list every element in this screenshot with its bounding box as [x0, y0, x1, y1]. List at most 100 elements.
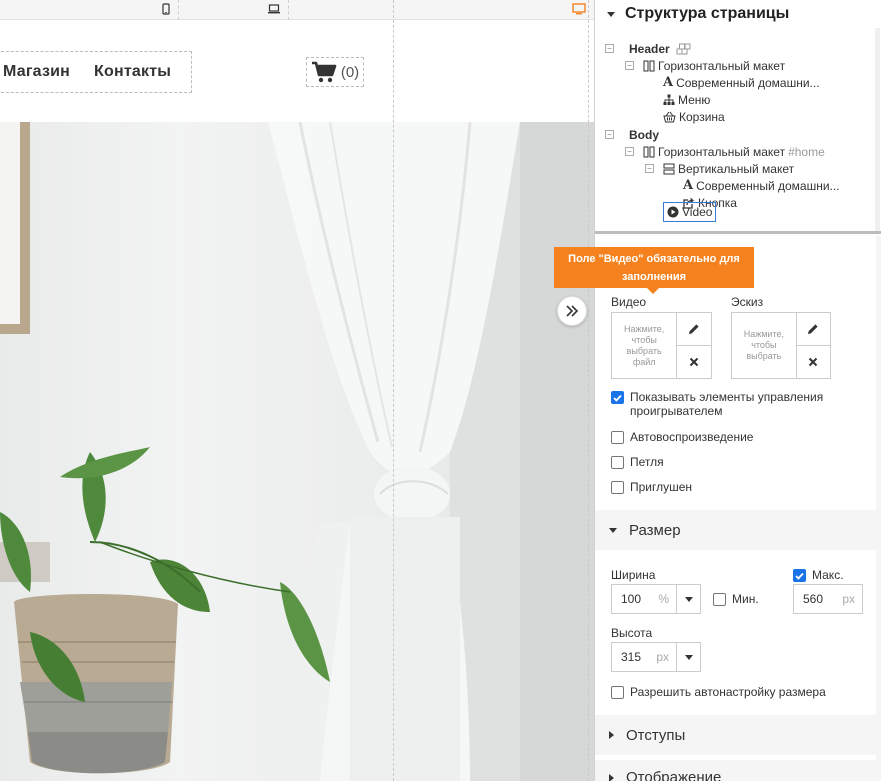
tree-node-video-selected[interactable]: Video	[663, 202, 717, 222]
height-input-group[interactable]: 315 px	[611, 642, 701, 672]
page-structure-header[interactable]: Структура страницы	[595, 0, 881, 28]
show-controls-option[interactable]: Показывать элементы управления проигрыва…	[611, 390, 861, 418]
vertical-layout-icon	[663, 163, 675, 174]
max-width-unit: px	[842, 592, 855, 606]
dropdown-arrow-icon	[684, 596, 693, 602]
close-icon	[689, 357, 699, 367]
max-width-input-group[interactable]: 560 px	[793, 584, 863, 614]
device-separator	[288, 0, 289, 20]
collapse-panel-button[interactable]	[557, 296, 587, 326]
tree-node-body-text[interactable]: A Современный домашни...	[683, 177, 840, 194]
tree-collapse-icon[interactable]: −	[605, 130, 614, 139]
nav-link-shop[interactable]: Магазин	[3, 63, 70, 81]
panel-scrollbar[interactable]	[876, 236, 881, 781]
loop-checkbox[interactable]	[611, 456, 624, 469]
tree-scrollbar[interactable]	[875, 28, 880, 231]
width-unit-dropdown[interactable]	[676, 585, 700, 613]
page-structure-title: Структура страницы	[625, 5, 790, 22]
tree-node-body[interactable]: Body	[626, 126, 659, 143]
tree-collapse-icon[interactable]: −	[625, 61, 634, 70]
cart-count: (0)	[340, 63, 360, 81]
device-toolbar	[0, 0, 594, 20]
tablet-icon[interactable]	[160, 3, 172, 15]
display-section-title: Отображение	[626, 769, 722, 781]
video-file-picker[interactable]: Нажмите, чтобы выбрать файл	[611, 312, 712, 379]
remove-video-button[interactable]	[677, 345, 711, 378]
thumbnail-file-hint[interactable]: Нажмите, чтобы выбрать	[732, 313, 797, 378]
muted-option[interactable]: Приглушен	[611, 480, 692, 494]
desktop-icon[interactable]	[572, 3, 586, 15]
tree-collapse-icon[interactable]: −	[625, 147, 634, 156]
collapsed-triangle-icon	[609, 774, 614, 781]
width-input-group[interactable]: 100 %	[611, 584, 701, 614]
max-width-checkbox[interactable]	[793, 569, 806, 582]
max-width-option[interactable]: Макс.	[793, 568, 844, 582]
pencil-icon	[689, 324, 699, 334]
tree-node-vertical-layout[interactable]: Вертикальный макет	[663, 160, 794, 177]
remove-thumbnail-button[interactable]	[796, 345, 830, 378]
size-section-header[interactable]: Размер	[595, 510, 881, 550]
hero-image[interactable]	[0, 122, 594, 781]
tree-collapse-icon[interactable]: −	[605, 44, 614, 53]
loop-label: Петля	[630, 455, 664, 469]
edit-thumbnail-button[interactable]	[797, 313, 830, 345]
tooltip-line-1: Поле "Видео" обязательно для	[568, 253, 740, 265]
page-canvas[interactable]: Магазин Контакты (0)	[0, 0, 594, 781]
thumbnail-file-actions	[796, 313, 830, 378]
sitemap-icon	[663, 94, 675, 105]
max-width-input[interactable]: 560	[794, 585, 838, 613]
autoplay-checkbox[interactable]	[611, 431, 624, 444]
video-field-label: Видео	[611, 295, 647, 309]
width-label: Ширина	[611, 568, 656, 582]
tree-node-header-text[interactable]: A Современный домашни...	[663, 74, 820, 91]
menu-block[interactable]: Магазин Контакты	[0, 51, 192, 93]
tree-node-cart[interactable]: Корзина	[663, 108, 725, 125]
height-input[interactable]: 315	[612, 643, 648, 671]
auto-size-checkbox[interactable]	[611, 686, 624, 699]
tree-node-menu[interactable]: Меню	[663, 91, 710, 108]
horizontal-layout-icon	[643, 60, 655, 71]
height-unit-dropdown[interactable]	[676, 643, 700, 671]
auto-size-option[interactable]: Разрешить автонастройку размера	[611, 685, 826, 699]
tree-collapse-icon[interactable]: −	[645, 164, 654, 173]
tree-node-header[interactable]: Header	[626, 40, 692, 57]
checkmark-icon	[613, 394, 622, 402]
muted-checkbox[interactable]	[611, 481, 624, 494]
shopping-cart-icon	[311, 61, 337, 83]
min-width-option[interactable]: Мин.	[713, 592, 759, 606]
autoplay-option[interactable]: Автовоспроизведение	[611, 430, 753, 444]
thumbnail-file-picker[interactable]: Нажмите, чтобы выбрать	[731, 312, 831, 379]
autoplay-label: Автовоспроизведение	[630, 430, 754, 444]
padding-section-title: Отступы	[626, 726, 686, 744]
edit-video-button[interactable]	[677, 313, 711, 345]
loop-option[interactable]: Петля	[611, 455, 664, 469]
basket-icon	[663, 111, 676, 122]
hero-photo-illustration	[0, 122, 594, 781]
site-header[interactable]: Магазин Контакты (0)	[0, 21, 594, 122]
show-controls-label: Показывать элементы управления проигрыва…	[630, 390, 824, 418]
video-file-hint[interactable]: Нажмите, чтобы выбрать файл	[612, 313, 678, 378]
laptop-icon[interactable]	[267, 3, 281, 15]
width-input[interactable]: 100	[612, 585, 648, 613]
page-structure-tree: − Header − Горизонтальный макет A Соврем…	[595, 28, 881, 234]
text-icon: A	[683, 178, 694, 193]
display-section-header[interactable]: Отображение	[595, 760, 881, 781]
pencil-icon	[808, 324, 818, 334]
device-separator	[178, 0, 179, 20]
settings-panel: Структура страницы − Header − Горизонтал…	[594, 0, 881, 781]
editor-app: Магазин Контакты (0) Структура страницы …	[0, 0, 881, 781]
cart-block[interactable]: (0)	[306, 57, 364, 87]
padding-section-header[interactable]: Отступы	[595, 715, 881, 755]
show-controls-checkbox[interactable]	[611, 391, 624, 404]
horizontal-layout-icon	[643, 146, 655, 157]
collapsed-triangle-icon	[609, 731, 614, 739]
min-width-checkbox[interactable]	[713, 593, 726, 606]
video-file-actions	[677, 313, 711, 378]
expand-triangle-icon	[609, 527, 617, 533]
collapse-triangle-icon[interactable]	[607, 11, 615, 17]
tree-node-body-layout[interactable]: Горизонтальный макет #home	[643, 143, 825, 160]
nav-link-contacts[interactable]: Контакты	[94, 63, 171, 81]
height-unit: px	[656, 650, 669, 664]
min-width-label: Мин.	[732, 592, 759, 606]
tree-node-header-layout[interactable]: Горизонтальный макет	[643, 57, 785, 74]
